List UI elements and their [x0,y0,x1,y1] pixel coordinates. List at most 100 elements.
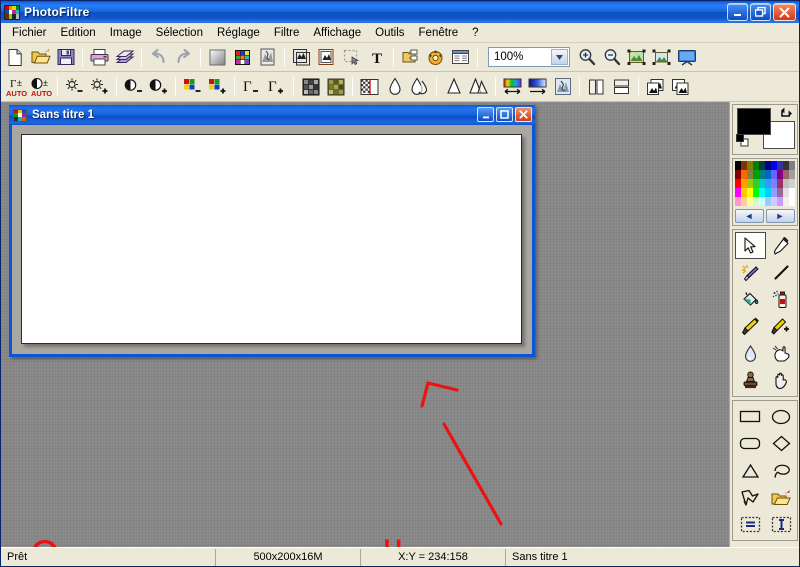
selection-button[interactable] [339,45,364,70]
menu-reglage[interactable]: Réglage [210,25,267,41]
advanced-brush-tool[interactable] [766,313,797,340]
text-tool-button[interactable]: T [364,45,389,70]
paint-bucket-tool[interactable] [735,286,766,313]
zoom-in-button[interactable] [574,45,599,70]
foreground-color-swatch[interactable] [736,108,771,135]
rectangle-shape[interactable] [735,403,766,430]
menu-filtre[interactable]: Filtre [267,25,307,41]
auto-levels-button[interactable]: Γ ± AUTO [3,74,28,99]
eyedropper-tool[interactable] [766,232,797,259]
document-maximize-button[interactable] [496,107,513,122]
close-button[interactable] [773,3,796,21]
magic-wand-tool[interactable] [735,259,766,286]
open-file-button[interactable] [28,45,53,70]
sepia-button[interactable] [323,74,348,99]
zoom-level-combobox[interactable]: 100% [488,47,570,67]
palette-color-cell[interactable] [788,188,795,197]
grayscale-button[interactable] [298,74,323,99]
menu-selection[interactable]: Sélection [149,25,210,41]
ellipse-shape[interactable] [766,403,797,430]
brush-tool[interactable] [735,313,766,340]
blue-gradient-button[interactable] [525,74,550,99]
rounded-rectangle-shape[interactable] [735,430,766,457]
gamma-up-button[interactable]: Γ [264,74,289,99]
auto-contrast-button[interactable]: ± AUTO [28,74,53,99]
mdi-client-area[interactable]: Sans titre 1 [1,102,729,547]
triangle-shape[interactable] [735,457,766,484]
dither-button[interactable] [357,74,382,99]
palette-color-cell[interactable] [788,170,795,179]
line-tool[interactable] [766,259,797,286]
new-file-button[interactable] [3,45,28,70]
reset-colors-button[interactable] [735,134,749,152]
palette-color-cell[interactable] [788,161,795,170]
menu-fichier[interactable]: Fichier [5,25,54,41]
zoom-out-button[interactable] [599,45,624,70]
gamma-down-button[interactable]: Γ [239,74,264,99]
document-window[interactable]: Sans titre 1 [9,105,535,357]
palette-color-cell[interactable] [788,179,795,188]
fit-screen-button[interactable] [624,45,649,70]
paste-image-button[interactable] [314,45,339,70]
document-title-bar[interactable]: Sans titre 1 [9,105,535,125]
swap-colors-button[interactable] [780,107,794,125]
color-palette-button[interactable] [230,45,255,70]
saturation-up-button[interactable] [205,74,230,99]
fullscreen-button[interactable] [674,45,699,70]
redo-button[interactable] [171,45,196,70]
spray-tool[interactable] [766,286,797,313]
blur-more-button[interactable] [407,74,432,99]
explorer-button[interactable] [423,45,448,70]
selection-settings-button[interactable] [735,511,766,538]
load-selection-button[interactable] [766,484,797,511]
smudge-tool[interactable] [766,340,797,367]
color-gradient-button[interactable] [500,74,525,99]
flip-vertical-button[interactable] [609,74,634,99]
document-minimize-button[interactable] [477,107,494,122]
menu-image[interactable]: Image [103,25,149,41]
polygon-shape[interactable] [735,484,766,511]
layers-button[interactable] [398,45,423,70]
diamond-shape[interactable] [766,430,797,457]
print-button[interactable] [87,45,112,70]
save-file-button[interactable] [53,45,78,70]
brightness-down-button[interactable] [62,74,87,99]
rotate-left-button[interactable] [643,74,668,99]
menu-affichage[interactable]: Affichage [306,25,368,41]
texture-button[interactable] [255,45,280,70]
contrast-up-button[interactable] [146,74,171,99]
waterdrop-tool[interactable] [735,340,766,367]
copy-image-button[interactable] [289,45,314,70]
palette-color-cell[interactable] [788,197,795,206]
thumbnails-button[interactable] [448,45,473,70]
brightness-up-button[interactable] [87,74,112,99]
text-insert-button[interactable] [766,511,797,538]
palette-next-button[interactable]: ► [765,209,795,223]
document-close-button[interactable] [515,107,532,122]
hand-tool[interactable] [766,367,797,394]
menu-outils[interactable]: Outils [368,25,411,41]
zoom-dropdown-arrow[interactable] [551,49,568,65]
color-palette-grid[interactable] [734,161,795,206]
contrast-down-button[interactable] [121,74,146,99]
saturation-down-button[interactable] [180,74,205,99]
blur-button[interactable] [382,74,407,99]
rotate-right-button[interactable] [668,74,693,99]
sharpen-button[interactable] [441,74,466,99]
stamp-tool[interactable] [735,367,766,394]
menu-edition[interactable]: Edition [54,25,103,41]
gradient-button[interactable] [205,45,230,70]
palette-prev-button[interactable]: ◄ [734,209,764,223]
menu-help[interactable]: ? [465,25,485,41]
texture-filter-button[interactable] [550,74,575,99]
menu-fenetre[interactable]: Fenêtre [412,25,466,41]
undo-button[interactable] [146,45,171,70]
image-canvas[interactable] [21,134,522,344]
actual-size-button[interactable] [649,45,674,70]
minimize-button[interactable] [727,3,748,21]
pointer-tool[interactable] [734,232,766,259]
maximize-restore-button[interactable] [750,3,771,21]
lasso-shape[interactable] [766,457,797,484]
sharpen-more-button[interactable] [466,74,491,99]
flip-horizontal-button[interactable] [584,74,609,99]
